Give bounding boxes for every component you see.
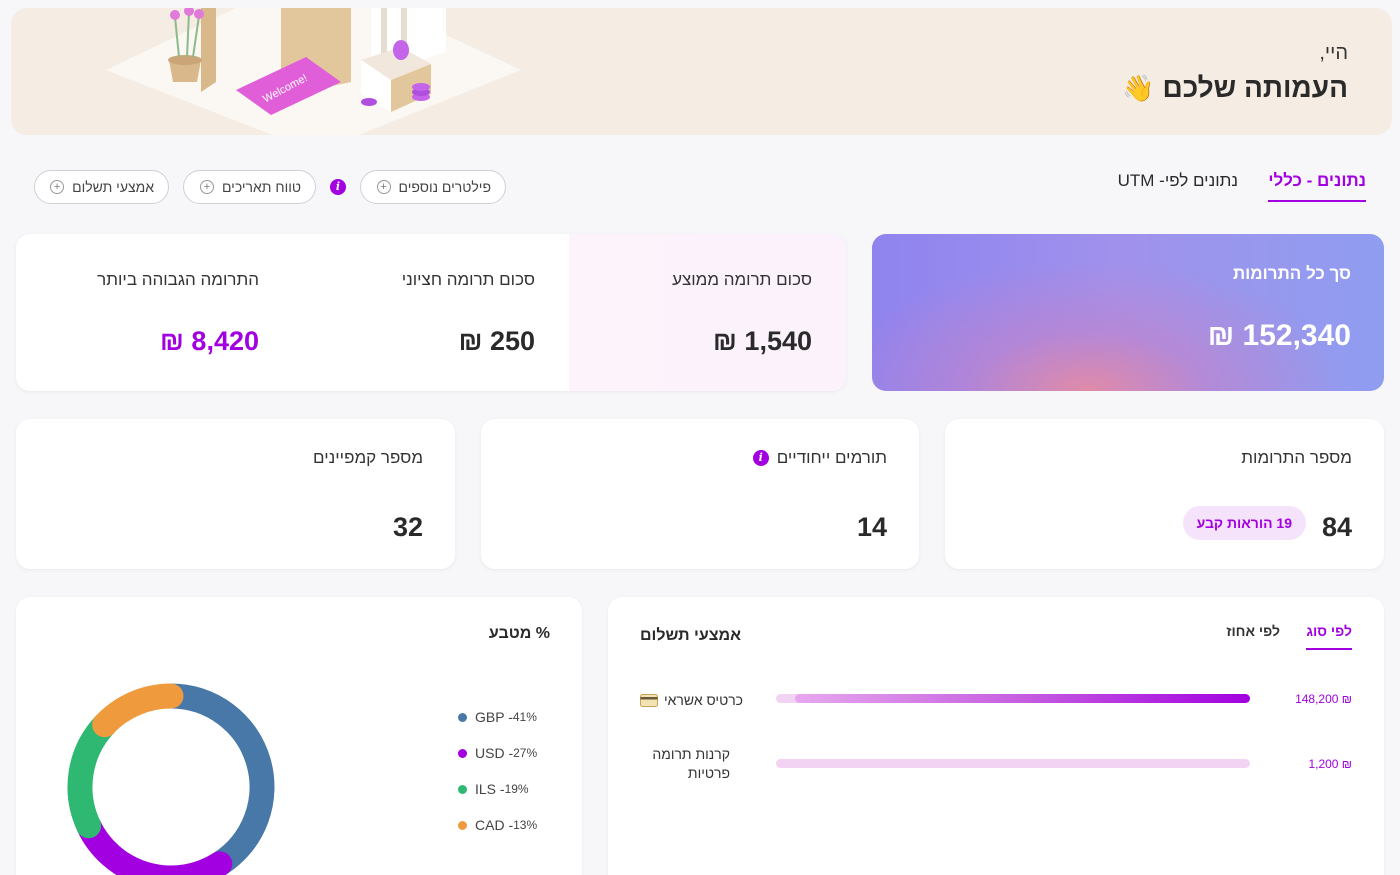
legend-dot bbox=[458, 784, 467, 794]
donations-count-label: מספר התרומות bbox=[1241, 448, 1352, 467]
donut-segment-usd[interactable] bbox=[76, 813, 233, 875]
payment-amount: ₪ 1,200 bbox=[1308, 757, 1352, 771]
payment-methods-filter-button[interactable]: אמצעי תשלום + bbox=[34, 170, 169, 204]
median-donation-label: סכום תרומה חציוני bbox=[401, 270, 535, 289]
legend-pct: 41% bbox=[512, 710, 537, 724]
org-name: העמותה שלכם bbox=[1162, 72, 1348, 103]
average-donation-value: 1,540 ₪ bbox=[713, 326, 812, 356]
payment-amount: ₪ 148,200 bbox=[1295, 692, 1352, 706]
info-icon[interactable]: i bbox=[752, 450, 769, 466]
legend-dot bbox=[458, 748, 467, 758]
currency-title: % מטבע bbox=[488, 625, 550, 642]
donut-segment-cad[interactable] bbox=[92, 683, 184, 738]
donation-amounts-card: סכום תרומה ממוצע 1,540 ₪ סכום תרומה חציו… bbox=[16, 234, 846, 391]
currency-card: % מטבע GBP - 41% USD - 27% ILS - 19% CAD… bbox=[16, 597, 582, 875]
payment-methods-card: אמצעי תשלום לפי סוג לפי אחוז כרטיס אשראי… bbox=[608, 597, 1384, 875]
plus-icon: + bbox=[376, 180, 391, 194]
payment-bar-track bbox=[776, 694, 1250, 703]
plus-icon: + bbox=[199, 180, 214, 194]
unique-donors-value: 14 bbox=[856, 512, 887, 542]
donut-segments bbox=[67, 683, 275, 875]
highest-donation-label: התרומה הגבוהה ביותר bbox=[97, 270, 259, 289]
legend-label: CAD - bbox=[475, 817, 514, 833]
legend-item-ils: ILS - 19% bbox=[458, 781, 537, 797]
payment-method-label: קרנות תרומה פרטיות bbox=[652, 746, 730, 781]
legend-pct: 27% bbox=[513, 746, 538, 760]
more-filters-button[interactable]: פילטרים נוספים + bbox=[360, 170, 506, 204]
currency-donut-chart bbox=[67, 683, 275, 875]
campaigns-value: 32 bbox=[392, 512, 423, 542]
greeting-text: היי, bbox=[1319, 42, 1348, 64]
payment-method-label: כרטיס אשראי bbox=[664, 692, 744, 708]
payment-bar-track bbox=[776, 759, 1250, 768]
legend-dot bbox=[458, 820, 467, 830]
campaigns-card: מספר קמפיינים 32 bbox=[16, 419, 455, 569]
payment-bar-fill bbox=[795, 694, 1250, 703]
unique-donors-label: תורמים ייחודיים bbox=[776, 448, 887, 467]
highest-donation-value: 8,420 ₪ bbox=[160, 326, 259, 356]
recurring-badge: 19 הוראות קבע bbox=[1182, 506, 1306, 540]
tab-utm[interactable]: נתונים לפי- UTM bbox=[1118, 171, 1238, 191]
donations-count-value: 84 bbox=[1321, 512, 1352, 542]
legend-item-cad: CAD - 13% bbox=[458, 817, 537, 833]
info-icon[interactable]: i bbox=[330, 179, 346, 195]
plus-icon: + bbox=[50, 180, 65, 194]
total-donations-label: סך כל התרומות bbox=[1232, 264, 1351, 283]
legend-dot bbox=[458, 712, 467, 722]
payment-row-label: כרטיס אשראי bbox=[640, 691, 743, 710]
currency-legend: GBP - 41% USD - 27% ILS - 19% CAD - 13% bbox=[458, 709, 537, 833]
tab-by-percent[interactable]: לפי אחוז bbox=[1226, 623, 1280, 639]
org-title: העמותה שלכם 👋 bbox=[1122, 72, 1348, 104]
donut-segment-gbp[interactable] bbox=[158, 683, 275, 875]
donations-count-card: מספר התרומות 84 19 הוראות קבע bbox=[945, 419, 1384, 569]
tab-by-type[interactable]: לפי סוג bbox=[1306, 623, 1352, 650]
total-donations-value: 152,340 ₪ bbox=[1207, 319, 1351, 352]
total-donations-card: סך כל התרומות 152,340 ₪ bbox=[872, 234, 1384, 391]
legend-pct: 19% bbox=[504, 782, 529, 796]
unique-donors-card: תורמים ייחודיים i 14 bbox=[481, 419, 919, 569]
welcome-banner: Welcome! היי, העמותה שלכם 👋 bbox=[11, 8, 1392, 135]
more-filters-label: פילטרים נוספים bbox=[398, 179, 491, 195]
tab-general[interactable]: נתונים - כללי bbox=[1268, 171, 1366, 202]
legend-label: ILS - bbox=[475, 781, 505, 797]
credit-card-icon bbox=[640, 694, 658, 707]
legend-label: GBP - bbox=[475, 709, 513, 725]
donut-segment-ils[interactable] bbox=[67, 712, 118, 839]
date-range-label: טווח תאריכים bbox=[221, 179, 301, 195]
date-range-button[interactable]: טווח תאריכים + bbox=[183, 170, 316, 204]
average-highlight bbox=[569, 234, 846, 391]
payment-methods-filter-label: אמצעי תשלום bbox=[72, 179, 154, 195]
legend-pct: 13% bbox=[513, 818, 538, 832]
median-donation-value: 250 ₪ bbox=[458, 326, 535, 356]
legend-item-usd: USD - 27% bbox=[458, 745, 537, 761]
legend-item-gbp: GBP - 41% bbox=[458, 709, 537, 725]
unique-donors-header: תורמים ייחודיים i bbox=[752, 448, 887, 468]
welcome-illustration: Welcome! bbox=[106, 8, 521, 135]
wave-icon: 👋 bbox=[1122, 73, 1155, 103]
legend-label: USD - bbox=[475, 745, 514, 761]
payment-methods-title: אמצעי תשלום bbox=[640, 627, 741, 644]
campaigns-label: מספר קמפיינים bbox=[313, 448, 423, 467]
average-donation-label: סכום תרומה ממוצע bbox=[672, 270, 812, 289]
